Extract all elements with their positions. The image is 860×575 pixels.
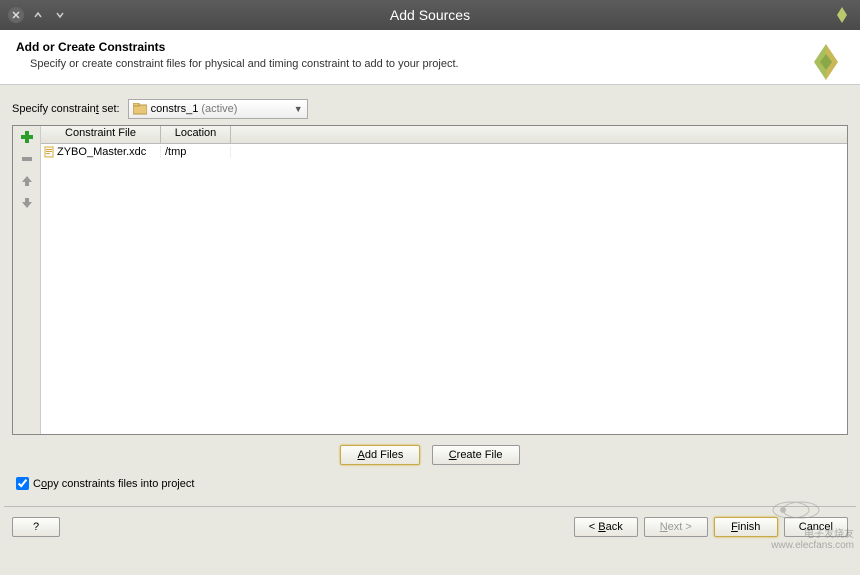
action-buttons: Add Files Create File xyxy=(12,435,848,473)
dropdown-value: constrs_1 (active) xyxy=(151,103,286,115)
cell-file: ZYBO_Master.xdc xyxy=(41,146,161,158)
app-logo-icon xyxy=(832,5,852,25)
finish-button[interactable]: Finish xyxy=(714,517,778,537)
chevron-up-icon[interactable] xyxy=(30,7,46,23)
next-button: Next > xyxy=(644,517,708,537)
page-description: Specify or create constraint files for p… xyxy=(30,58,844,70)
cancel-button[interactable]: Cancel xyxy=(784,517,848,537)
close-icon[interactable] xyxy=(8,7,24,23)
file-icon xyxy=(43,146,55,158)
constraint-set-row: Specify constraint set: constrs_1 (activ… xyxy=(12,99,848,119)
add-icon[interactable] xyxy=(17,128,37,146)
file-table: Constraint File Location ZYBO_Master.xdc… xyxy=(41,126,847,434)
window-controls xyxy=(8,7,68,23)
help-button[interactable]: ? xyxy=(12,517,60,537)
table-row[interactable]: ZYBO_Master.xdc /tmp xyxy=(41,144,847,160)
folder-icon xyxy=(133,103,147,115)
copy-files-checkbox-row[interactable]: Copy constraints files into project xyxy=(12,473,848,498)
vivado-logo-icon xyxy=(804,40,848,87)
column-header-file[interactable]: Constraint File xyxy=(41,126,161,143)
table-body: ZYBO_Master.xdc /tmp xyxy=(41,144,847,434)
add-files-button[interactable]: Add Files xyxy=(340,445,420,465)
cell-location: /tmp xyxy=(161,146,231,158)
column-header-location[interactable]: Location xyxy=(161,126,231,143)
constraint-set-dropdown[interactable]: constrs_1 (active) ▼ xyxy=(128,99,308,119)
page-title: Add or Create Constraints xyxy=(16,40,844,54)
copy-files-checkbox[interactable] xyxy=(16,477,29,490)
copy-files-label: Copy constraints files into project xyxy=(33,478,194,490)
back-button[interactable]: < Back xyxy=(574,517,638,537)
remove-icon[interactable] xyxy=(17,150,37,168)
move-up-icon[interactable] xyxy=(17,172,37,190)
header-panel: Add or Create Constraints Specify or cre… xyxy=(0,30,860,85)
constraint-set-label: Specify constraint set: xyxy=(12,103,120,115)
dropdown-arrow-icon: ▼ xyxy=(294,104,303,114)
table-toolbar xyxy=(13,126,41,434)
titlebar: Add Sources xyxy=(0,0,860,30)
table-header: Constraint File Location xyxy=(41,126,847,144)
chevron-down-icon[interactable] xyxy=(52,7,68,23)
move-down-icon[interactable] xyxy=(17,194,37,212)
footer: ? < Back Next > Finish Cancel xyxy=(0,507,860,547)
window-title: Add Sources xyxy=(390,7,470,23)
create-file-button[interactable]: Create File xyxy=(432,445,520,465)
file-table-area: Constraint File Location ZYBO_Master.xdc… xyxy=(12,125,848,435)
content-area: Specify constraint set: constrs_1 (activ… xyxy=(0,85,860,506)
